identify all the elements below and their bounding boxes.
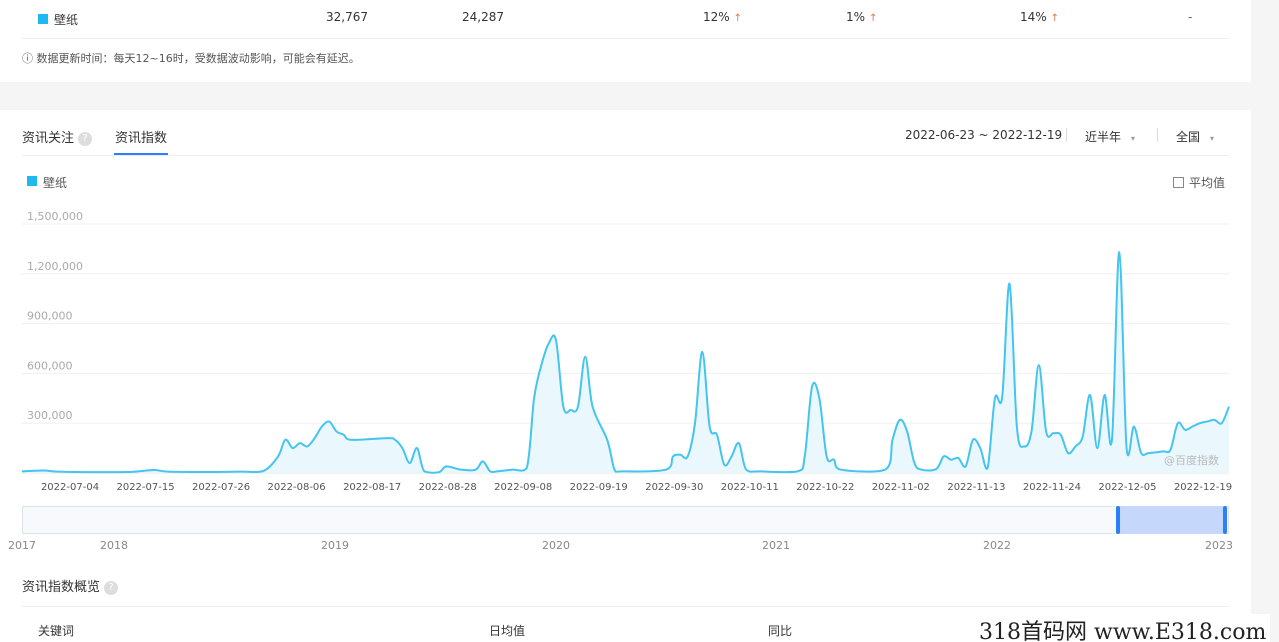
x-tick-label: 2022-08-17 [343,482,401,493]
help-icon[interactable]: ? [104,580,119,595]
keyword-summary-card: 壁纸 32,767 24,287 12% ↑ 1% ↑ 14% ↑ - ⓘ 数据更新时… [0,0,1251,82]
y-tick-label: 1,500,000 [27,210,83,223]
pct-cell-2: 1% ↑ [846,10,877,24]
series-area-壁纸 [22,252,1229,473]
x-tick-label: 2022-11-02 [872,482,930,493]
year-tick: 2023 [1205,539,1233,552]
x-tick-label: 2022-11-24 [1023,482,1081,493]
y-tick-label: 600,000 [27,359,73,372]
pct-cell-1: 12% ↑ [703,10,742,24]
x-tick-label: 2022-09-30 [645,482,703,493]
col-yoy: 同比 [768,624,793,638]
x-tick-label: 2022-10-11 [721,482,779,493]
x-tick-label: 2022-07-26 [192,482,250,493]
y-tick-label: 1,200,000 [27,260,83,273]
year-tick: 2022 [983,539,1011,552]
x-tick-label: 2022-09-08 [494,482,552,493]
x-tick-label: 2022-08-06 [268,482,326,493]
x-tick-label: 2022-07-04 [41,482,99,493]
col-keyword: 关键词 [38,624,75,638]
timeline-handle-left[interactable] [1116,506,1120,534]
site-watermark: 318首码网 www.E318.com [975,614,1271,642]
pct-value: 12% [703,10,730,24]
keyword-cell: 壁纸 [54,13,79,27]
value-cell-2: 24,287 [462,10,504,24]
timeline-handle-right[interactable] [1223,506,1227,534]
legend-swatch [38,14,48,24]
col-daily-avg: 日均值 [489,624,526,638]
row-divider [22,38,1229,39]
arrow-up-icon: ↑ [733,13,743,24]
x-tick-label: 2022-11-13 [947,482,1005,493]
year-tick: 2018 [100,539,128,552]
value-cell-1: 32,767 [326,10,368,24]
table-divider [22,606,1229,607]
timeline-overview[interactable] [22,506,1229,534]
x-tick-label: 2022-07-15 [116,482,174,493]
timeline-selection[interactable] [1118,506,1226,534]
news-index-card: 资讯关注? 资讯指数 2022-06-23 ~ 2022-12-19 近半年 ▾ … [0,110,1251,642]
arrow-up-icon: ↑ [1050,13,1060,24]
dash-cell: - [1188,10,1193,24]
baidu-index-watermark: @百度指数 [1164,454,1219,467]
x-tick-label: 2022-12-05 [1098,482,1156,493]
year-tick: 2017 [8,539,36,552]
year-tick: 2020 [542,539,570,552]
x-tick-label: 2022-08-28 [419,482,477,493]
pct-value: 14% [1020,10,1047,24]
x-tick-label: 2022-10-22 [796,482,854,493]
overview-title-text: 资讯指数概览 [22,580,101,595]
arrow-up-icon: ↑ [869,13,878,24]
y-tick-label: 300,000 [27,409,73,422]
y-tick-label: 900,000 [27,310,73,323]
news-index-chart[interactable]: 1,500,000 1,200,000 900,000 600,000 300,000 2… [0,110,1251,642]
x-tick-label: 2022-12-19 [1174,482,1232,493]
year-tick: 2019 [321,539,349,552]
update-note: ⓘ 数据更新时间：每天12~16时，受数据波动影响，可能会有延迟。 [22,52,360,65]
overview-title: 资讯指数概览? [22,576,119,595]
pct-value: 1% [846,10,866,24]
x-tick-label: 2022-09-19 [570,482,628,493]
pct-cell-3: 14% ↑ [1020,10,1059,24]
year-tick: 2021 [762,539,790,552]
